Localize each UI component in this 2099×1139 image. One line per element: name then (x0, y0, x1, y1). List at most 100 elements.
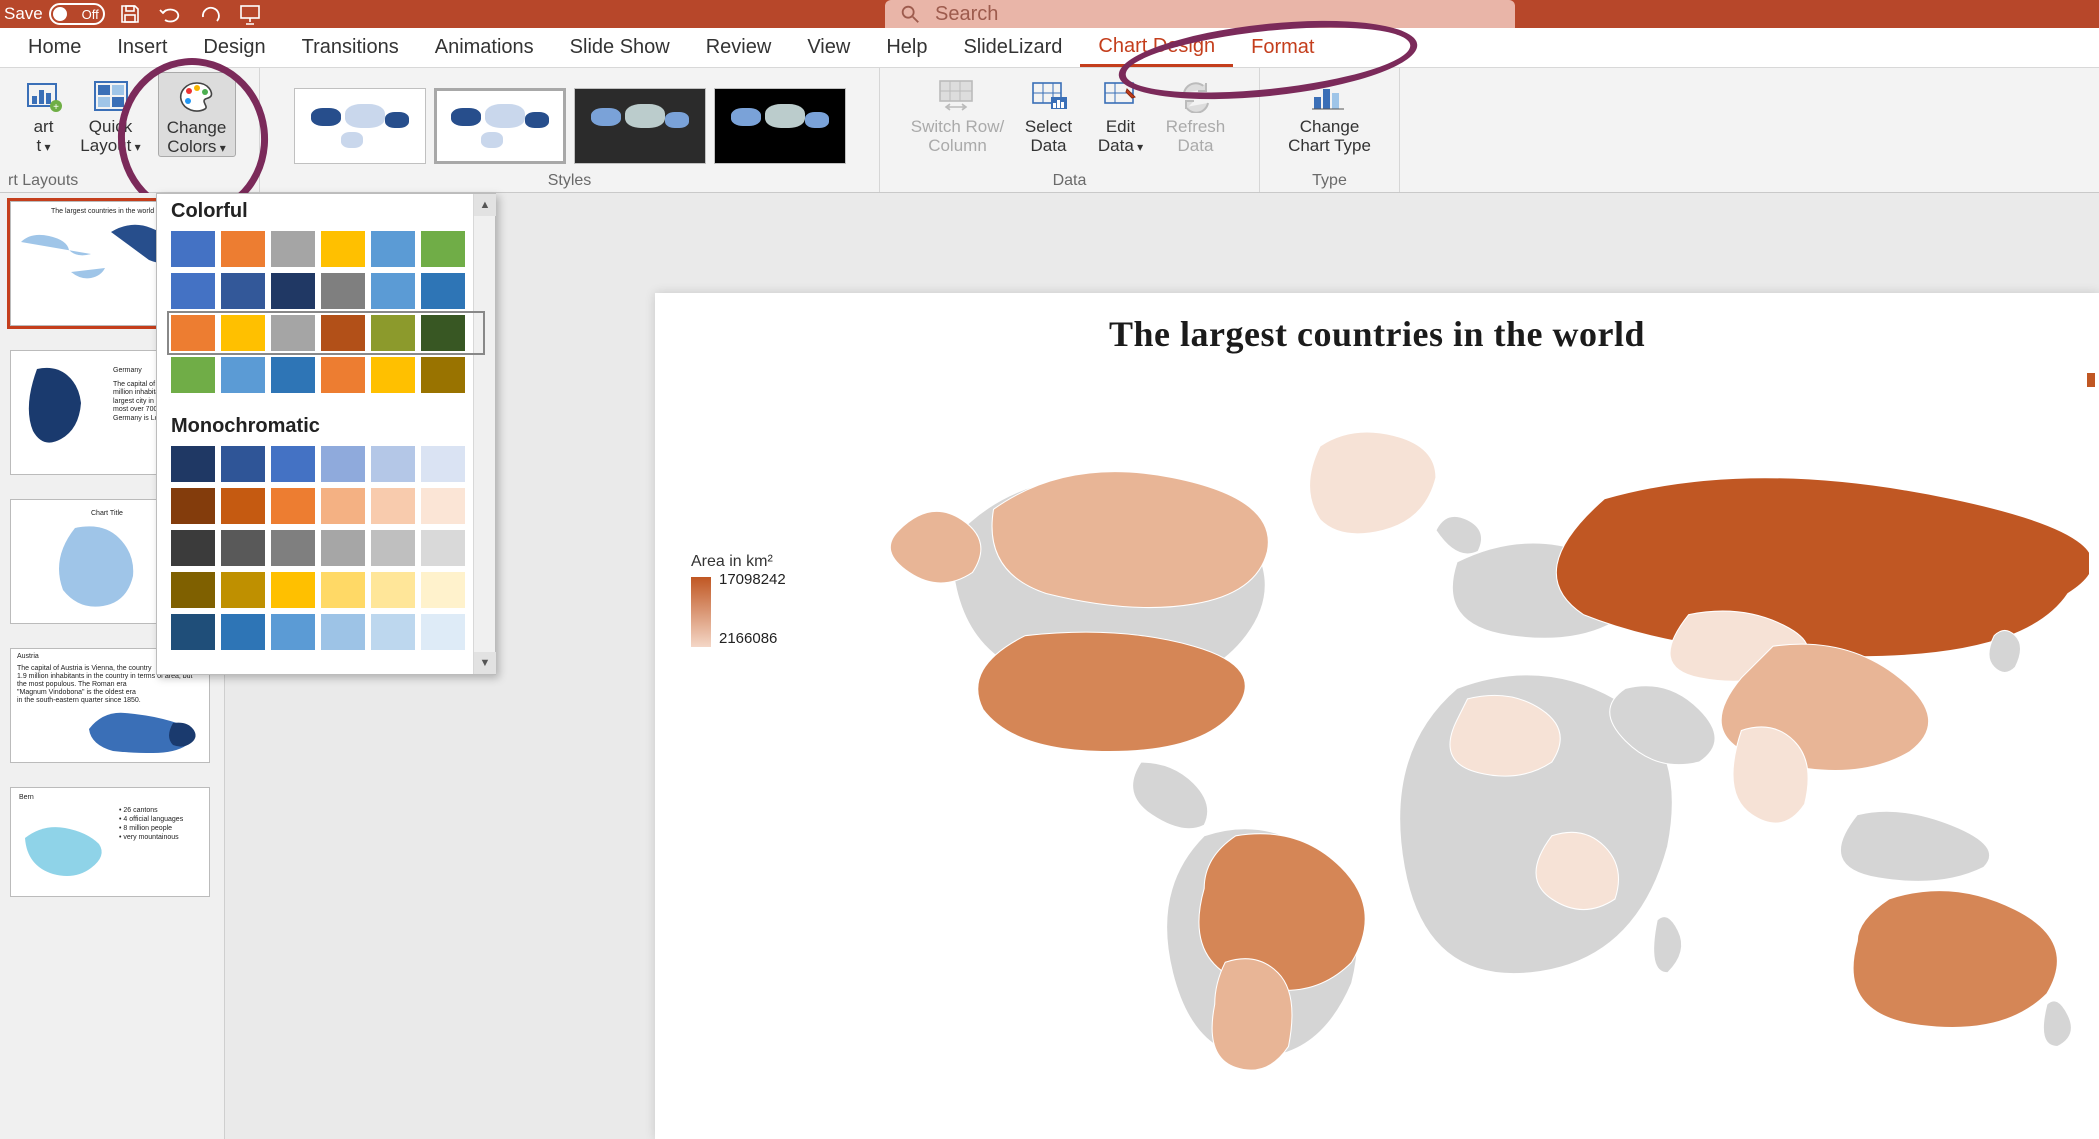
search-box[interactable]: Search (885, 0, 1515, 28)
color-swatch[interactable] (321, 315, 365, 351)
color-swatch[interactable] (221, 273, 265, 309)
color-swatch[interactable] (371, 530, 415, 566)
tab-insert[interactable]: Insert (99, 30, 185, 65)
color-swatch[interactable] (371, 273, 415, 309)
tab-design[interactable]: Design (185, 30, 283, 65)
color-row[interactable] (171, 231, 481, 267)
color-swatch[interactable] (221, 572, 265, 608)
tab-format[interactable]: Format (1233, 30, 1332, 65)
color-row[interactable] (171, 488, 481, 524)
chart-style-3[interactable] (574, 88, 706, 164)
tab-slideshow[interactable]: Slide Show (552, 30, 688, 65)
change-colors-button[interactable]: Change Colors (158, 72, 236, 157)
chart-style-2[interactable] (434, 88, 566, 164)
redo-icon[interactable] (195, 2, 225, 26)
tab-chart-design[interactable]: Chart Design (1080, 29, 1233, 67)
undo-icon[interactable] (155, 2, 185, 26)
color-swatch[interactable] (421, 231, 465, 267)
color-swatch[interactable] (321, 231, 365, 267)
add-chart-element-button[interactable]: + art t (24, 72, 64, 155)
chart-style-1[interactable] (294, 88, 426, 164)
color-swatch[interactable] (321, 530, 365, 566)
save-icon[interactable] (115, 2, 145, 26)
color-swatch[interactable] (321, 446, 365, 482)
color-row[interactable] (171, 614, 481, 650)
color-swatch[interactable] (221, 614, 265, 650)
color-swatch[interactable] (371, 614, 415, 650)
color-swatch[interactable] (321, 488, 365, 524)
color-swatch[interactable] (421, 572, 465, 608)
color-swatch[interactable] (221, 357, 265, 393)
color-swatch[interactable] (271, 446, 315, 482)
color-swatch[interactable] (421, 446, 465, 482)
color-swatch[interactable] (221, 530, 265, 566)
color-swatch[interactable] (371, 231, 415, 267)
color-swatch[interactable] (171, 614, 215, 650)
color-swatch[interactable] (421, 488, 465, 524)
scroll-down-icon[interactable]: ▼ (474, 652, 496, 674)
tab-home[interactable]: Home (10, 30, 99, 65)
slide-thumb-5[interactable]: Bern • 26 cantons• 4 official languages•… (10, 787, 210, 897)
tab-view[interactable]: View (789, 30, 868, 65)
color-swatch[interactable] (421, 357, 465, 393)
change-chart-type-button[interactable]: Change Chart Type (1275, 72, 1385, 155)
color-swatch[interactable] (271, 530, 315, 566)
tab-help[interactable]: Help (868, 30, 945, 65)
color-row[interactable] (171, 315, 481, 351)
color-swatch[interactable] (171, 446, 215, 482)
color-swatch[interactable] (421, 614, 465, 650)
color-swatch[interactable] (271, 315, 315, 351)
color-swatch[interactable] (421, 530, 465, 566)
quick-layout-button[interactable]: Quick Layout (72, 72, 150, 155)
color-swatch[interactable] (271, 488, 315, 524)
color-swatch[interactable] (321, 357, 365, 393)
color-swatch[interactable] (171, 572, 215, 608)
color-row[interactable] (171, 357, 481, 393)
color-swatch[interactable] (221, 231, 265, 267)
slide[interactable]: The largest countries in the world Area … (655, 293, 2099, 1139)
color-swatch[interactable] (371, 488, 415, 524)
color-row[interactable] (171, 530, 481, 566)
color-swatch[interactable] (221, 446, 265, 482)
color-swatch[interactable] (171, 231, 215, 267)
titlebar: Save Off world-map.en.pptx ▾ Search (0, 0, 2099, 28)
color-swatch[interactable] (421, 315, 465, 351)
color-swatch[interactable] (371, 315, 415, 351)
color-swatch[interactable] (171, 530, 215, 566)
color-swatch[interactable] (421, 273, 465, 309)
select-data-button[interactable]: Select Data (1016, 72, 1082, 155)
color-swatch[interactable] (271, 614, 315, 650)
color-swatch[interactable] (271, 273, 315, 309)
color-swatch[interactable] (221, 315, 265, 351)
color-swatch[interactable] (371, 357, 415, 393)
scroll-up-icon[interactable]: ▲ (474, 194, 496, 216)
chart-style-4[interactable] (714, 88, 846, 164)
color-swatch[interactable] (371, 446, 415, 482)
slide-canvas-area[interactable]: The largest countries in the world Area … (225, 193, 2099, 1139)
color-swatch[interactable] (171, 273, 215, 309)
color-swatch[interactable] (321, 273, 365, 309)
color-swatch[interactable] (271, 357, 315, 393)
tab-slidelizard[interactable]: SlideLizard (945, 30, 1080, 65)
color-swatch[interactable] (221, 488, 265, 524)
color-swatch[interactable] (371, 572, 415, 608)
slideshow-start-icon[interactable] (235, 2, 265, 26)
color-swatch[interactable] (171, 357, 215, 393)
tab-review[interactable]: Review (688, 30, 790, 65)
edit-data-button[interactable]: Edit Data (1090, 72, 1152, 155)
color-swatch[interactable] (171, 488, 215, 524)
color-swatch[interactable] (321, 614, 365, 650)
world-map-chart[interactable] (825, 353, 2089, 1129)
color-row[interactable] (171, 572, 481, 608)
section-colorful: Colorful (157, 194, 495, 231)
color-swatch[interactable] (271, 231, 315, 267)
color-row[interactable] (171, 446, 481, 482)
autosave-toggle[interactable]: Save Off (4, 3, 105, 25)
color-swatch[interactable] (171, 315, 215, 351)
color-row[interactable] (171, 273, 481, 309)
tab-transitions[interactable]: Transitions (284, 30, 417, 65)
tab-animations[interactable]: Animations (417, 30, 552, 65)
color-swatch[interactable] (321, 572, 365, 608)
autosave-toggle-switch[interactable]: Off (49, 3, 105, 25)
color-swatch[interactable] (271, 572, 315, 608)
